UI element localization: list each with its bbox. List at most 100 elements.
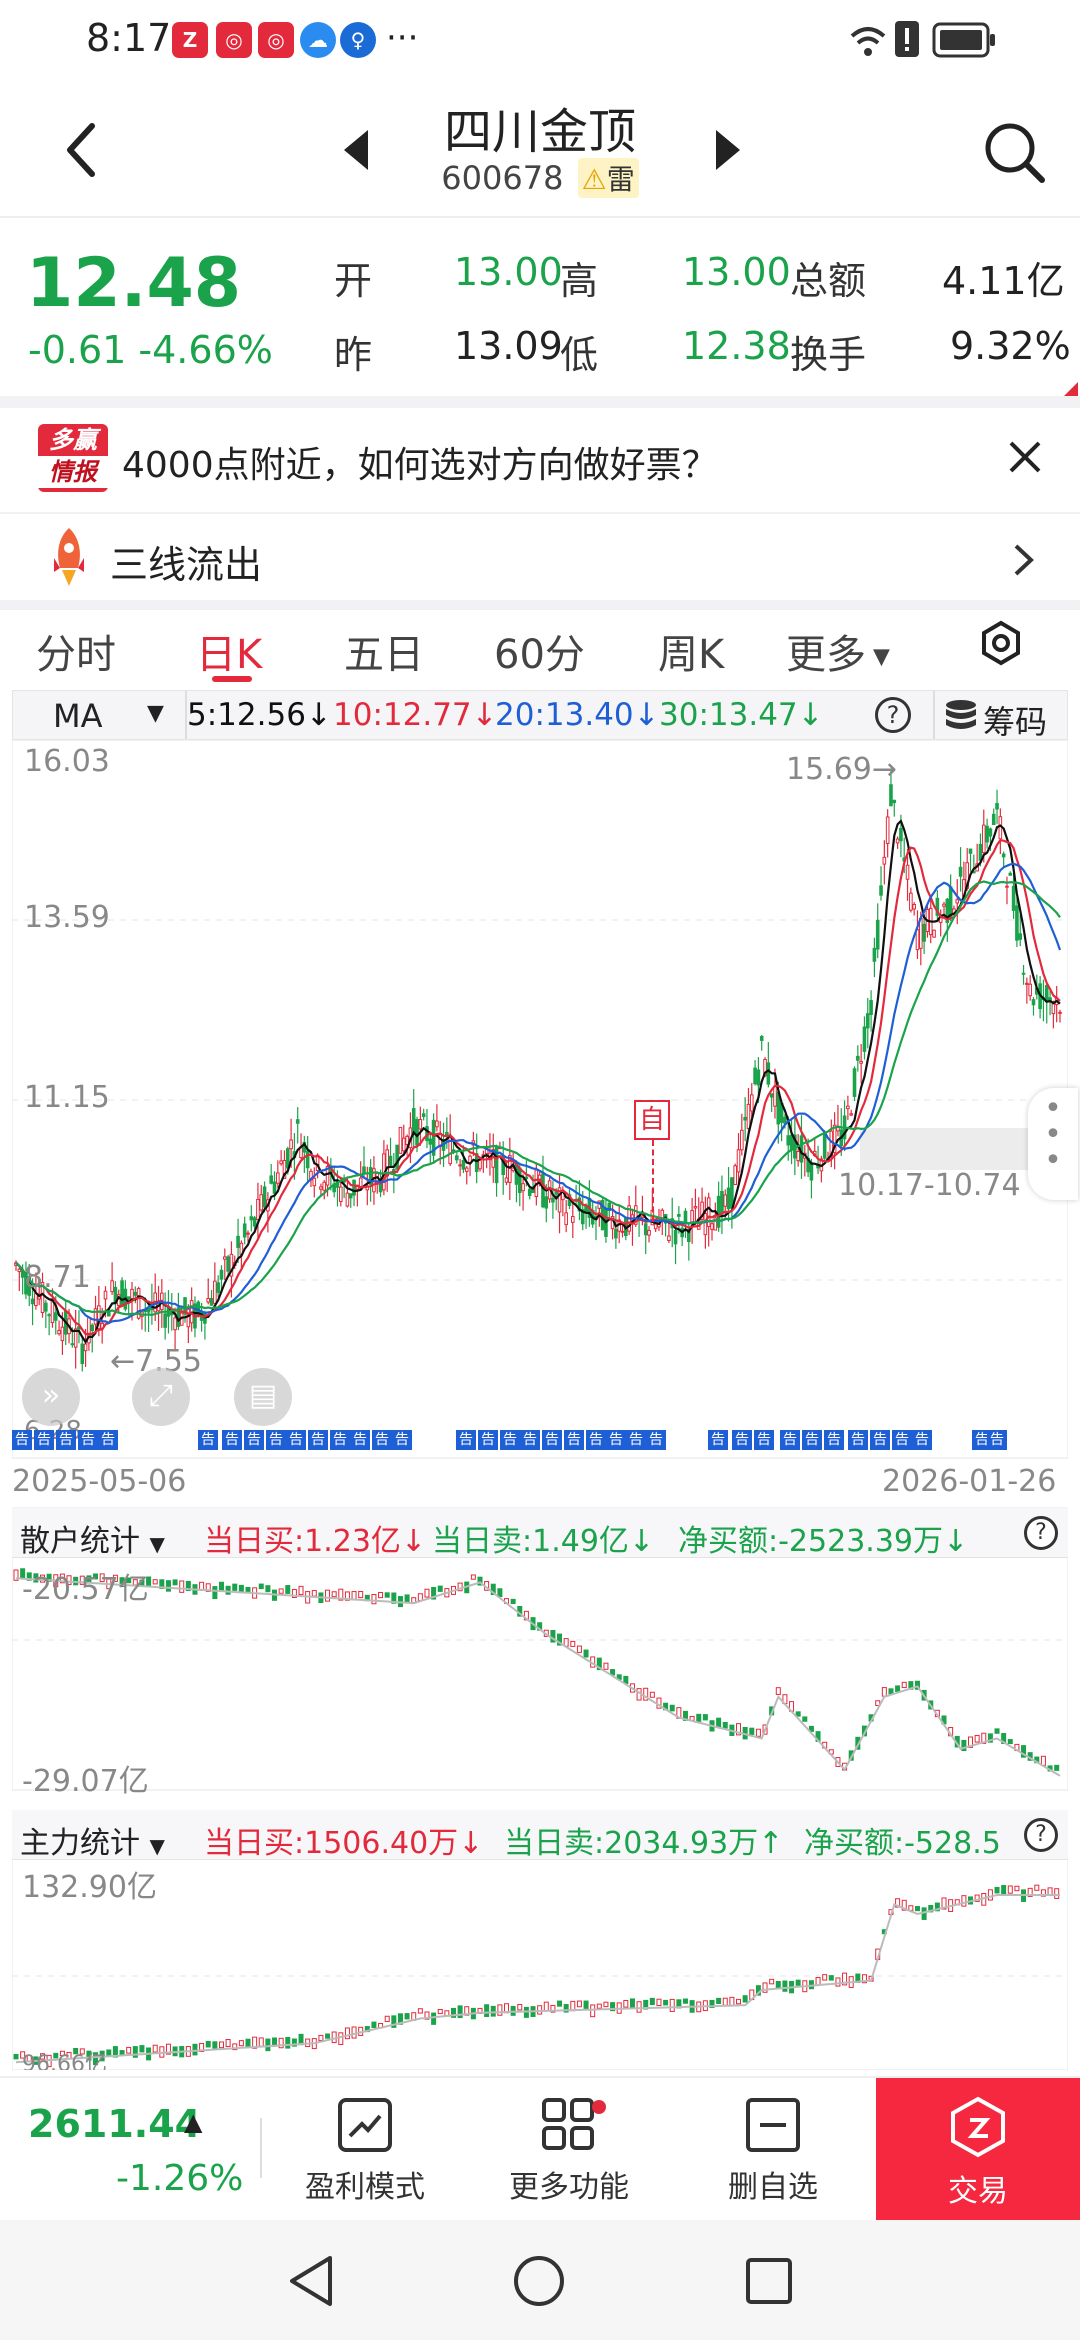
announcement-tag[interactable]: 告 [754, 1430, 774, 1450]
more-functions-button[interactable]: 更多功能 [494, 2096, 644, 2206]
news-banner[interactable]: 多赢 情报 4000点附近，如何选对方向做好票？ [0, 408, 1080, 508]
announcement-tag[interactable]: 告 [912, 1430, 932, 1450]
help-icon[interactable]: ? [875, 697, 911, 733]
flow-bar [225, 2039, 231, 2048]
candle [915, 929, 920, 951]
flow-bar [212, 2041, 218, 2049]
announcement-tag[interactable]: 告 [34, 1430, 54, 1450]
announcement-tag[interactable]: 告 [500, 1430, 520, 1450]
candle [269, 1175, 273, 1184]
announcement-tag[interactable]: 告 [456, 1430, 476, 1450]
announcement-tag[interactable]: 告 [892, 1430, 912, 1450]
tab-60min[interactable]: 60分 [494, 622, 585, 680]
announcement-tag[interactable]: 告 [848, 1430, 868, 1450]
search-icon[interactable] [982, 120, 1048, 186]
announcement-tag[interactable]: 告 [646, 1430, 666, 1450]
announcement-tag[interactable]: 告 [98, 1430, 118, 1450]
announcement-tag[interactable]: 告 [392, 1430, 412, 1450]
announcement-tag[interactable]: 告 [564, 1430, 584, 1450]
candle [571, 1216, 575, 1223]
risk-badge[interactable]: ⚠雷 [577, 158, 639, 198]
flow-bar [205, 2040, 211, 2048]
announcement-tag[interactable]: 告 [56, 1430, 76, 1450]
candle [435, 1120, 439, 1128]
trade-button[interactable]: 交易 [876, 2078, 1080, 2222]
remove-watchlist-button[interactable]: 删自选 [698, 2096, 848, 2206]
announcement-tag[interactable]: 告 [350, 1430, 370, 1450]
close-icon[interactable] [1008, 440, 1042, 474]
announcement-tag[interactable]: 告 [520, 1430, 540, 1450]
announcement-tag[interactable]: 告 [586, 1430, 606, 1450]
nav-home-icon[interactable] [512, 2254, 566, 2308]
nav-back-icon[interactable] [286, 2254, 336, 2308]
drawing-tool-icon[interactable]: ▤ [234, 1368, 292, 1426]
announcement-tag[interactable]: 告 [308, 1430, 328, 1450]
tab-weekly-k[interactable]: 周K [658, 622, 724, 680]
tab-daily-k[interactable]: 日K [196, 622, 262, 680]
announcement-tag[interactable]: 告 [802, 1430, 822, 1450]
main-force-header: 主力统计 ▼ 当日买:1506.40万↓ 当日卖:2034.93万↑ 净买额:-… [12, 1810, 1068, 1862]
announcement-tag[interactable]: 告 [478, 1430, 498, 1450]
candle [401, 1137, 406, 1152]
signal-row[interactable]: 三线流出 [0, 512, 1080, 604]
tab-five-day[interactable]: 五日 [344, 622, 424, 680]
grid-icon [542, 2098, 594, 2150]
profit-mode-button[interactable]: 盈利模式 [290, 2096, 440, 2206]
announcement-tag[interactable]: 告 [987, 1430, 1007, 1450]
announcement-tag[interactable]: 告 [708, 1430, 728, 1450]
announcement-tag[interactable]: 告 [78, 1430, 98, 1450]
retail-bottom-label: -29.07亿 [22, 1764, 149, 1799]
help-icon[interactable]: ? [1024, 1516, 1058, 1550]
candle [673, 1229, 678, 1245]
tab-more[interactable]: 更多 ▼ [786, 622, 890, 680]
announcement-tag[interactable]: 告 [222, 1430, 242, 1450]
candle [458, 1164, 462, 1167]
index-value[interactable]: 2611.44 [28, 2102, 201, 2146]
announcement-tag[interactable]: 告 [266, 1430, 286, 1450]
rocket-icon [54, 528, 84, 586]
retail-selector[interactable]: 散户统计 ▼ [20, 1516, 165, 1560]
announcement-tag[interactable]: 告 [286, 1430, 306, 1450]
ma-selector[interactable]: MA [53, 697, 103, 735]
flow-bar [384, 1592, 390, 1598]
expand-left-icon[interactable]: » [22, 1368, 80, 1426]
announcement-tag[interactable]: 告 [824, 1430, 844, 1450]
dropdown-arrow-icon[interactable]: ▼ [147, 701, 164, 726]
side-menu-handle[interactable]: • • • [1028, 1088, 1078, 1200]
flow-bar [802, 1716, 808, 1722]
flow-bar [649, 1997, 655, 2006]
flow-bar [192, 2043, 198, 2056]
announcement-tag[interactable]: 告 [732, 1430, 752, 1450]
tab-fenshi[interactable]: 分时 [36, 622, 116, 680]
flow-bar [431, 2012, 437, 2025]
flow-bar [583, 2000, 589, 2010]
next-stock-icon[interactable] [712, 128, 742, 172]
flow-bar [543, 2001, 549, 2012]
candle [1018, 933, 1023, 940]
announcement-tag[interactable]: 告 [372, 1430, 392, 1450]
announcement-tag[interactable]: 告 [198, 1430, 218, 1450]
settings-icon[interactable] [978, 620, 1024, 666]
flow-bar [278, 1588, 284, 1594]
prev-close-value: 13.09 [454, 324, 563, 368]
candle [958, 866, 963, 877]
announcement-tag[interactable]: 告 [780, 1430, 800, 1450]
help-icon[interactable]: ? [1024, 1818, 1058, 1852]
self-select-marker[interactable]: 自 [634, 1100, 670, 1140]
candle [126, 1296, 131, 1300]
announcement-tag[interactable]: 告 [244, 1430, 264, 1450]
fullscreen-icon[interactable]: ⤢ [132, 1368, 190, 1426]
announcement-tag[interactable]: 告 [870, 1430, 890, 1450]
chip-distribution-button[interactable]: 筹码 [983, 697, 1047, 743]
announcement-tag[interactable]: 告 [542, 1430, 562, 1450]
nav-recents-icon[interactable] [744, 2256, 794, 2306]
announcement-tag[interactable]: 告 [330, 1430, 350, 1450]
announcement-tag[interactable]: 告 [12, 1430, 32, 1450]
announcement-tag[interactable]: 告 [606, 1430, 626, 1450]
candle [249, 1216, 254, 1221]
main-force-selector[interactable]: 主力统计 ▼ [20, 1818, 165, 1862]
candle [544, 1196, 549, 1209]
candle [985, 825, 989, 843]
announcement-tag[interactable]: 告 [626, 1430, 646, 1450]
retail-top-label: -20.57亿 [22, 1572, 149, 1607]
